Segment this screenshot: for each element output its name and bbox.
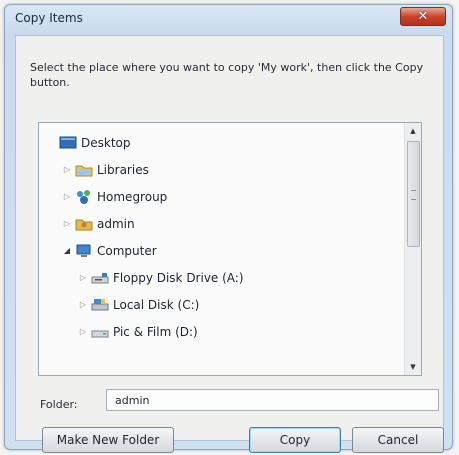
scroll-down-arrow-icon[interactable]: ▼ (405, 359, 421, 375)
tree-item-label: Desktop (81, 136, 131, 150)
cancel-button[interactable]: Cancel (352, 427, 444, 453)
collapse-arrow-icon[interactable]: ◢ (63, 239, 71, 263)
scroll-up-arrow-icon[interactable]: ▲ (405, 123, 421, 139)
expand-arrow-icon[interactable]: ▷ (79, 320, 87, 344)
tree-item[interactable]: ▷ Libraries (39, 158, 399, 182)
expand-arrow-icon[interactable]: ▷ (63, 212, 71, 236)
libraries-icon (75, 162, 93, 178)
make-new-folder-button[interactable]: Make New Folder (42, 427, 174, 453)
instruction-text: Select the place where you want to copy … (30, 61, 424, 89)
tree-item-label: Homegroup (97, 190, 168, 204)
tree-item-label: Libraries (97, 163, 149, 177)
tree-item[interactable]: ▷ Pic & Film (D:) (39, 320, 399, 344)
copy-items-dialog: Copy Items ✕ Select the place where you … (4, 4, 453, 453)
tree-item[interactable]: Desktop (39, 131, 399, 155)
tree-item[interactable]: ▷ admin (39, 212, 399, 236)
tree-item-label: Computer (97, 244, 157, 258)
homegroup-icon (75, 189, 93, 205)
tree-item-label: Local Disk (C:) (113, 298, 200, 312)
grip-icon (411, 190, 416, 200)
disk-drive-icon (91, 324, 109, 340)
tree-item-label: Pic & Film (D:) (113, 325, 198, 339)
floppy-drive-icon (91, 270, 109, 286)
dialog-body: Select the place where you want to copy … (15, 35, 444, 453)
tree-item-label: Floppy Disk Drive (A:) (113, 271, 244, 285)
folder-label: Folder: (40, 398, 78, 411)
tree-item[interactable]: ◢ Computer (39, 239, 399, 263)
desktop-icon (59, 135, 77, 151)
expand-arrow-icon[interactable]: ▷ (79, 266, 87, 290)
folder-input[interactable] (106, 389, 439, 411)
folder-tree[interactable]: Desktop ▷ Libraries ▷ Homegroup ▷ admin ◢ Comput… (38, 122, 422, 376)
close-button[interactable]: ✕ (400, 7, 446, 26)
copy-button[interactable]: Copy (249, 427, 341, 453)
user-folder-icon (75, 216, 93, 232)
title-bar: Copy Items ✕ (5, 5, 452, 35)
tree-scrollbar[interactable]: ▲ ▼ (404, 123, 421, 375)
close-icon: ✕ (417, 9, 429, 24)
tree-item[interactable]: ▷ Local Disk (C:) (39, 293, 399, 317)
tree-item[interactable]: ▷ Floppy Disk Drive (A:) (39, 266, 399, 290)
dialog-title: Copy Items (15, 11, 83, 25)
local-disk-icon (91, 297, 109, 313)
expand-arrow-icon[interactable]: ▷ (79, 293, 87, 317)
expand-arrow-icon[interactable]: ▷ (63, 158, 71, 182)
expand-arrow-icon[interactable]: ▷ (63, 185, 71, 209)
tree-item-label: admin (97, 217, 135, 231)
tree-item[interactable]: ▷ Homegroup (39, 185, 399, 209)
computer-icon (75, 243, 93, 259)
scroll-thumb[interactable] (407, 141, 420, 247)
